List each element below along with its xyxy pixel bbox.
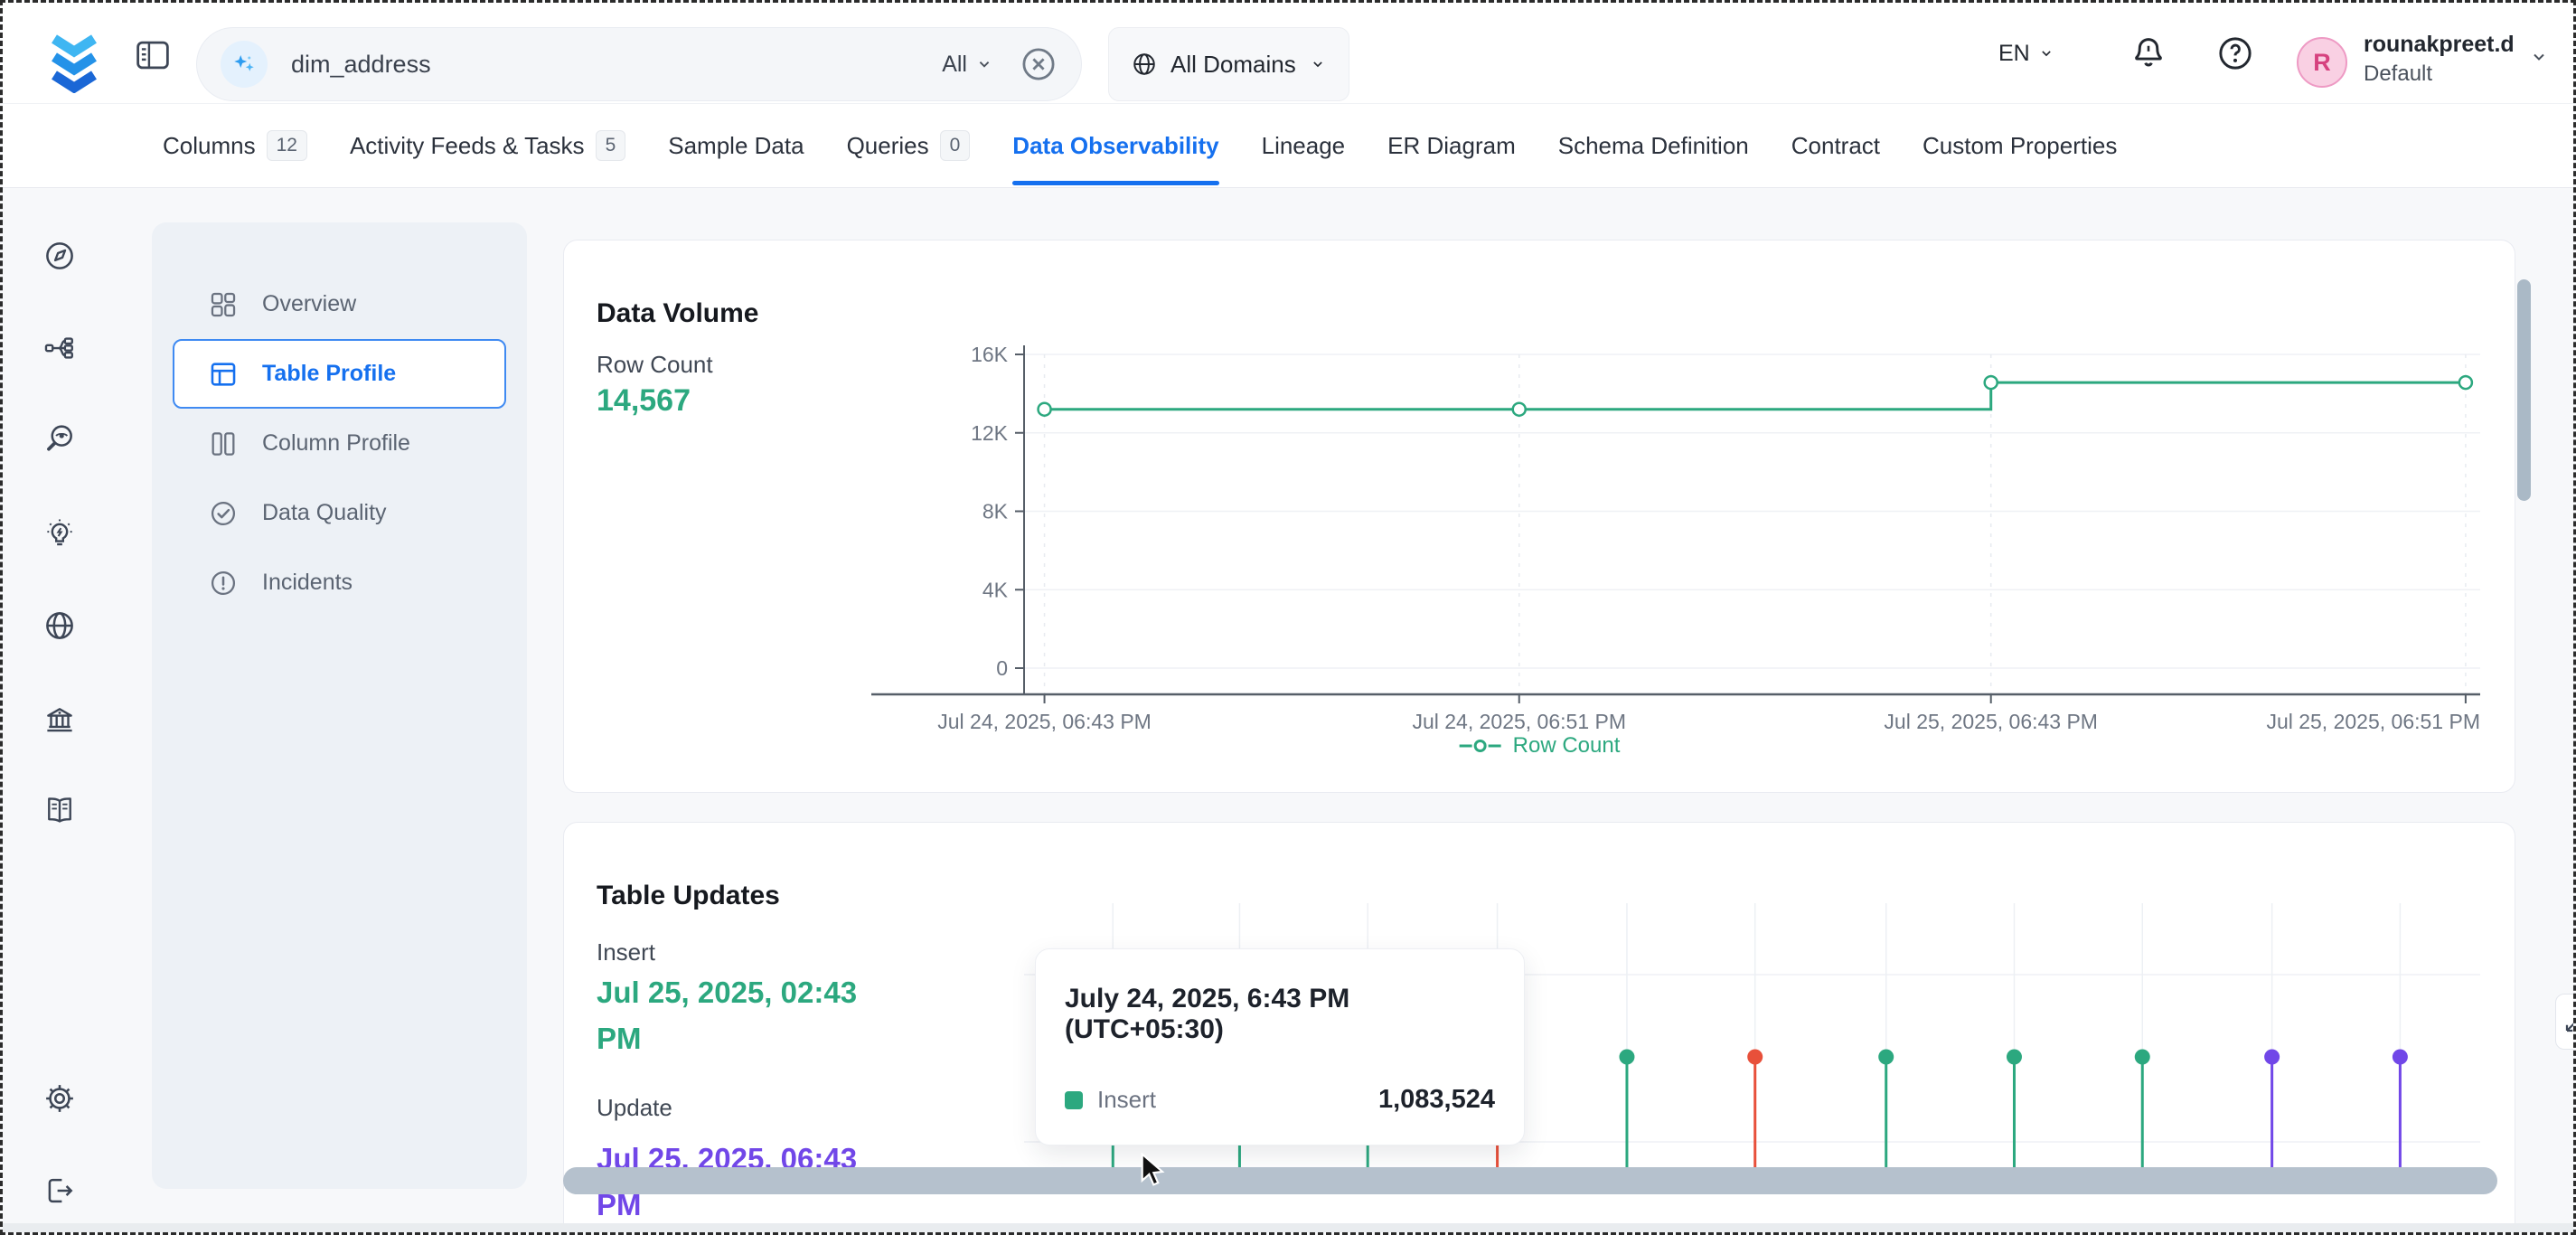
- search-scope-dropdown[interactable]: All: [942, 52, 994, 78]
- sidebar-settings-icon[interactable]: [42, 1081, 77, 1116]
- table-updates-title: Table Updates: [597, 881, 780, 911]
- svg-text:Jul 25, 2025, 06:51 PM: Jul 25, 2025, 06:51 PM: [2266, 710, 2480, 733]
- table-icon: [208, 359, 239, 390]
- language-selector[interactable]: EN: [1998, 3, 2055, 104]
- collate-logo-icon[interactable]: [42, 26, 106, 93]
- chevron-down-icon: [1309, 55, 1327, 73]
- subnav-incidents[interactable]: Incidents: [152, 548, 527, 618]
- expand-panel-button[interactable]: [2555, 994, 2576, 1050]
- global-search: All: [196, 27, 1082, 101]
- svg-text:Jul 24, 2025, 06:51 PM: Jul 24, 2025, 06:51 PM: [1412, 710, 1626, 733]
- search-scope-label: All: [942, 52, 967, 78]
- check-circle-icon: [208, 498, 239, 529]
- tab-custom-properties[interactable]: Custom Properties: [1923, 104, 2117, 187]
- tooltip-value: 1,083,524: [1378, 1085, 1495, 1115]
- sidebar-data-flow-icon[interactable]: [42, 331, 77, 365]
- user-name: rounakpreet.d: [2364, 30, 2515, 60]
- tab-lineage[interactable]: Lineage: [1262, 104, 1346, 187]
- svg-text:Jul 25, 2025, 06:43 PM: Jul 25, 2025, 06:43 PM: [1884, 710, 2098, 733]
- tab-contract[interactable]: Contract: [1791, 104, 1880, 187]
- chevron-down-icon: [2037, 44, 2055, 62]
- tab-schema-definition[interactable]: Schema Definition: [1558, 104, 1749, 187]
- subnav-table-profile[interactable]: Table Profile: [173, 339, 506, 409]
- language-label: EN: [1998, 41, 2030, 67]
- svg-text:8K: 8K: [982, 500, 1009, 523]
- sidebar-observability-icon[interactable]: [42, 421, 77, 456]
- row-count-value: 14,567: [597, 383, 691, 419]
- tooltip-row: Insert 1,083,524: [1065, 1085, 1495, 1115]
- tab-activity-feeds[interactable]: Activity Feeds & Tasks 5: [350, 104, 625, 187]
- user-workspace: Default: [2364, 60, 2515, 88]
- subnav-column-profile[interactable]: Column Profile: [152, 409, 527, 478]
- tab-count-badge: 5: [596, 130, 626, 160]
- svg-text:4K: 4K: [982, 578, 1009, 601]
- row-count-legend[interactable]: Row Count: [1459, 733, 1621, 759]
- svg-text:16K: 16K: [971, 343, 1009, 366]
- legend-line-icon: [1459, 738, 1502, 754]
- tab-columns[interactable]: Columns 12: [163, 104, 307, 187]
- bottom-strip: [3, 1223, 2576, 1235]
- sidebar-glossary-icon[interactable]: [42, 793, 77, 827]
- domains-label: All Domains: [1170, 51, 1296, 79]
- subnav-data-quality[interactable]: Data Quality: [152, 478, 527, 548]
- sidebar-governance-icon[interactable]: [42, 702, 77, 737]
- chevron-down-icon: [974, 54, 994, 74]
- tab-queries[interactable]: Queries 0: [847, 104, 971, 187]
- svg-text:0: 0: [996, 656, 1008, 680]
- subnav-overview[interactable]: Overview: [152, 269, 527, 339]
- profile-subnav: Overview Table Profile Column Profile Da…: [152, 222, 527, 1189]
- insert-label: Insert: [597, 938, 655, 966]
- user-menu[interactable]: rounakpreet.d Default: [2364, 30, 2515, 88]
- row-count-line-chart[interactable]: 0 4K 8K 12K 16K Jul 24, 2025, 06:43 PM Jul 24,…: [844, 320, 2489, 772]
- sidebar-logout-icon[interactable]: [42, 1174, 77, 1208]
- insert-series-swatch: [1065, 1091, 1083, 1109]
- tab-count-badge: 12: [267, 130, 307, 160]
- grid-icon: [208, 289, 239, 320]
- alert-circle-icon: [208, 568, 239, 599]
- app-screen: All All Domains: [0, 0, 2576, 1235]
- columns-icon: [208, 429, 239, 459]
- data-volume-title: Data Volume: [597, 298, 759, 329]
- svg-text:Jul 24, 2025, 06:43 PM: Jul 24, 2025, 06:43 PM: [937, 710, 1152, 733]
- tab-sample-data[interactable]: Sample Data: [668, 104, 804, 187]
- ai-sparkle-icon: [221, 41, 268, 88]
- data-volume-card: Data Volume Row Count 14,567 0 4K 8K 12K 16K…: [563, 240, 2515, 793]
- sidebar-toggle-icon[interactable]: [135, 39, 171, 71]
- user-menu-chevron-icon[interactable]: [2528, 46, 2550, 68]
- update-label: Update: [597, 1094, 672, 1122]
- sidebar-explore-icon[interactable]: [42, 239, 77, 273]
- tab-count-badge: 0: [940, 130, 971, 160]
- help-icon[interactable]: [2215, 33, 2255, 73]
- row-count-label: Row Count: [597, 351, 713, 379]
- search-input[interactable]: [289, 50, 942, 80]
- svg-text:12K: 12K: [971, 421, 1009, 445]
- horizontal-scrollbar[interactable]: [563, 1167, 2497, 1194]
- tooltip-title: July 24, 2025, 6:43 PM (UTC+05:30): [1065, 984, 1495, 1045]
- tooltip-series-label: Insert: [1097, 1086, 1378, 1114]
- sidebar-domains-icon[interactable]: [42, 608, 77, 643]
- chart-tooltip: July 24, 2025, 6:43 PM (UTC+05:30) Inser…: [1035, 948, 1525, 1145]
- sidebar-insights-icon[interactable]: [42, 516, 77, 551]
- tab-er-diagram[interactable]: ER Diagram: [1387, 104, 1516, 187]
- notifications-bell-icon[interactable]: [2129, 33, 2168, 73]
- vertical-scrollbar[interactable]: [2517, 279, 2531, 501]
- user-initial: R: [2313, 49, 2331, 77]
- tab-data-observability[interactable]: Data Observability: [1012, 104, 1218, 187]
- expand-icon: [2562, 1008, 2576, 1035]
- clear-search-icon[interactable]: [1020, 45, 1058, 83]
- top-bar: All All Domains: [3, 3, 2576, 104]
- entity-tabs: Columns 12 Activity Feeds & Tasks 5 Samp…: [3, 104, 2576, 188]
- domains-selector[interactable]: All Domains: [1108, 27, 1349, 101]
- user-avatar[interactable]: R: [2297, 37, 2347, 88]
- globe-icon: [1131, 51, 1158, 78]
